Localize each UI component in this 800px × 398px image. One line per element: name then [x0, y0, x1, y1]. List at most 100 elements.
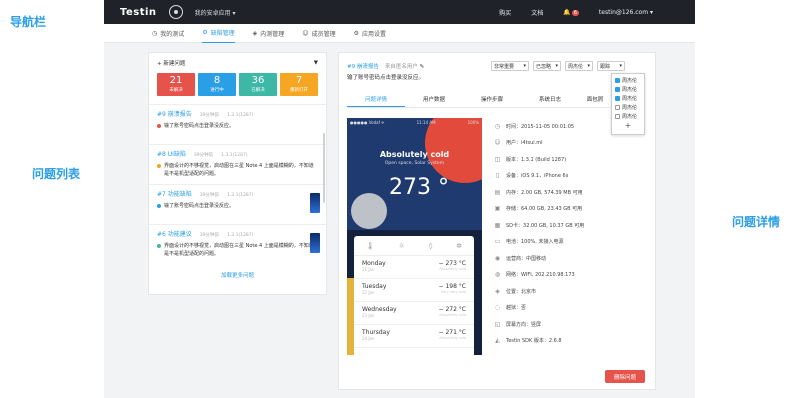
- big-temperature: 273 °: [389, 175, 449, 200]
- info-text: 内存：2.00 GB, 574.39 MB 可用: [506, 189, 583, 196]
- stat-resolved[interactable]: 36 已解决: [239, 73, 277, 96]
- screenshot-thumbnail[interactable]: [310, 233, 320, 253]
- forecast-note: Absolutely cold: [439, 267, 466, 271]
- info-carrier: ◉ 运营商：中国移动: [494, 250, 654, 267]
- tab-label: 缺陷管理: [210, 30, 235, 37]
- phone-status-bar: ●●●●● Vodaf ✈ 11:14 AM 100%: [350, 120, 479, 125]
- testin-logo[interactable]: Testin: [120, 7, 157, 18]
- info-memory: ▤ 内存：2.00 GB, 574.39 MB 可用: [494, 184, 654, 201]
- forecast-temp: − 272 °C: [438, 306, 466, 313]
- tab-app-settings[interactable]: ⚙ 应用设置: [354, 24, 386, 43]
- tab-user-data[interactable]: 用户数据: [405, 95, 463, 107]
- issue-id: #9 崩溃报告: [347, 64, 379, 70]
- tab-label: 应用设置: [361, 30, 386, 38]
- info-user: ☺ 用户：i4tsui.ml: [494, 135, 654, 152]
- forecast-row: Wednesday 23 Jan − 272 °C Absolutely cold: [354, 302, 474, 325]
- info-text: 网络：WIFI, 202.210.98.173: [506, 272, 575, 279]
- follower-option[interactable]: 周杰伦: [615, 85, 641, 94]
- follower-option[interactable]: 周杰伦: [615, 103, 641, 112]
- new-issue-button[interactable]: + 新建问题: [157, 59, 185, 67]
- tab-defect-management[interactable]: ⚙ 缺陷管理: [202, 24, 235, 43]
- forecast-date: 21 Jan: [362, 267, 375, 272]
- status-dot: [157, 244, 161, 248]
- clock-icon: ◷: [494, 122, 501, 130]
- lock-icon: ◌: [494, 304, 501, 312]
- tab-breadcrumbs[interactable]: 面包屑: [579, 95, 611, 107]
- issue-item[interactable]: #7 功能缺陷 39分钟前 1.3.1(1287) 输了账号密码点击登录没反应。: [149, 184, 326, 224]
- top-navbar: Testin 我的安卓应用 ▾ 购买 文档 🔔 6 testin@126.com …: [104, 0, 695, 24]
- filter-icon[interactable]: ▼: [314, 60, 318, 66]
- weather-subtitle: Open space, Solar System: [384, 161, 445, 166]
- checkbox[interactable]: [615, 105, 620, 110]
- info-text: Testin SDK 版本：2.6.8: [506, 338, 562, 345]
- forecast-day: Thursday: [362, 329, 390, 336]
- scrollbar[interactable]: [323, 133, 325, 203]
- info-sdk: ◭ Testin SDK 版本：2.6.8: [494, 333, 654, 350]
- status-dot: [157, 204, 161, 208]
- issue-time: 39分钟前: [193, 153, 214, 158]
- delete-issue-button[interactable]: 删除问题: [605, 370, 645, 383]
- callout-issue-list: 问题列表: [32, 167, 81, 181]
- user-menu[interactable]: testin@126.com ▾: [599, 9, 653, 16]
- assignee-select[interactable]: 周杰伦 ▾: [565, 61, 593, 71]
- notification-bell[interactable]: 🔔 6: [563, 9, 579, 16]
- buy-link[interactable]: 购买: [499, 8, 511, 17]
- tab-my-tests[interactable]: ◷ 我的测试: [152, 24, 184, 43]
- chevron-down-icon: ▾: [523, 63, 526, 69]
- follower-option[interactable]: 周杰伦: [615, 94, 641, 103]
- app-icon[interactable]: [168, 5, 183, 19]
- issue-version: 1.3.1(1287): [227, 113, 254, 118]
- stat-unresolved[interactable]: 21 未解决: [157, 73, 195, 96]
- forecast-note: Absolutely cold: [439, 336, 466, 340]
- sdcard-icon: ▦: [494, 221, 501, 229]
- checkbox[interactable]: [615, 87, 620, 92]
- tab-label: 我的测试: [160, 30, 185, 38]
- info-storage: ▣ 存储：64.00 GB, 23.43 GB 可用: [494, 201, 654, 218]
- follower-option[interactable]: 周杰伦: [615, 76, 641, 85]
- select-value: 已忽略: [536, 64, 552, 70]
- docs-link[interactable]: 文档: [531, 8, 543, 17]
- detail-tabs: 问题详情 用户数据 操作步骤 系统日志 面包屑: [347, 95, 611, 108]
- issue-stats: 21 未解决 8 进行中 36 已解决 7 重新打开: [149, 73, 326, 96]
- issue-item[interactable]: #8 UI缺陷 39分钟前 1.3.1(1287) 界面设计的不够视觉，启动图在三星…: [149, 144, 326, 184]
- stat-number: 7: [295, 75, 303, 86]
- gear-icon: ⚙: [202, 29, 208, 36]
- forecast-day: Wednesday: [362, 306, 397, 313]
- stat-in-progress[interactable]: 8 进行中: [198, 73, 236, 96]
- load-more-button[interactable]: 加载更多问题: [149, 271, 326, 279]
- issue-desc: 界面设计的不够视觉，启动图在三星 Note 4 上面是模糊的，不知道是不是机型适…: [164, 163, 314, 177]
- tab-beta-management[interactable]: ◈ 内测管理: [253, 24, 285, 43]
- tab-system-log[interactable]: 系统日志: [521, 95, 579, 107]
- screenshot-thumbnail[interactable]: [310, 193, 320, 213]
- forecast-date: 23 Jan: [362, 313, 375, 318]
- issue-desc: 界面设计的不够视觉，启动图在三星 Note 4 上面是模糊的，不知道是不是机型适…: [164, 243, 314, 257]
- priority-select[interactable]: 非常重要 ▾: [491, 61, 529, 71]
- tab-steps[interactable]: 操作步骤: [463, 95, 521, 107]
- tab-issue-detail[interactable]: 问题详情: [347, 95, 405, 107]
- app-window: Testin 我的安卓应用 ▾ 购买 文档 🔔 6 testin@126.com …: [104, 0, 695, 398]
- info-text: 版本：1.3.1 (Build 1287): [506, 156, 567, 163]
- forecast-temp: − 273 °C: [438, 260, 466, 267]
- follow-select[interactable]: 跟踪 ▾: [597, 61, 625, 71]
- globe-icon: ◍: [494, 271, 501, 279]
- tab-member-management[interactable]: ☺ 成员管理: [302, 24, 335, 43]
- app-select-dropdown[interactable]: 我的安卓应用 ▾: [195, 8, 236, 17]
- sdk-icon: ◭: [495, 337, 500, 345]
- weather-icons: 🌡 ☼ ◊ ✲: [354, 236, 474, 256]
- forecast-date: 24 Jan: [362, 336, 375, 341]
- checkbox[interactable]: [615, 78, 620, 83]
- edit-icon[interactable]: ✎: [420, 64, 425, 70]
- issue-title: #6 功能建议: [157, 231, 192, 238]
- stat-reopened[interactable]: 7 重新打开: [280, 73, 318, 96]
- issue-version: 1.3.1(1287): [227, 193, 254, 198]
- issue-item[interactable]: #9 崩溃报告 39分钟前 1.3.1(1287) 输了账号密码点击登录没反应。: [149, 104, 326, 144]
- issue-version: 1.3.1(1287): [221, 153, 248, 158]
- weather-title: Absolutely cold: [379, 150, 450, 159]
- device-info-list: ◷ 时间：2015-11-05 00:01:05 ☺ 用户：i4tsui.ml ◫ 版…: [494, 118, 654, 349]
- status-select[interactable]: 已忽略 ▾: [533, 61, 561, 71]
- issue-item[interactable]: #6 功能建议 39分钟前 1.3.1(1287) 界面设计的不够视觉，启动图在三星…: [149, 224, 326, 264]
- info-text: 用户：i4tsui.ml: [506, 140, 543, 147]
- stat-number: 8: [213, 75, 221, 86]
- checkbox[interactable]: [615, 96, 620, 101]
- screenshot-preview[interactable]: ●●●●● Vodaf ✈ 11:14 AM 100% Absolutely col…: [347, 118, 482, 355]
